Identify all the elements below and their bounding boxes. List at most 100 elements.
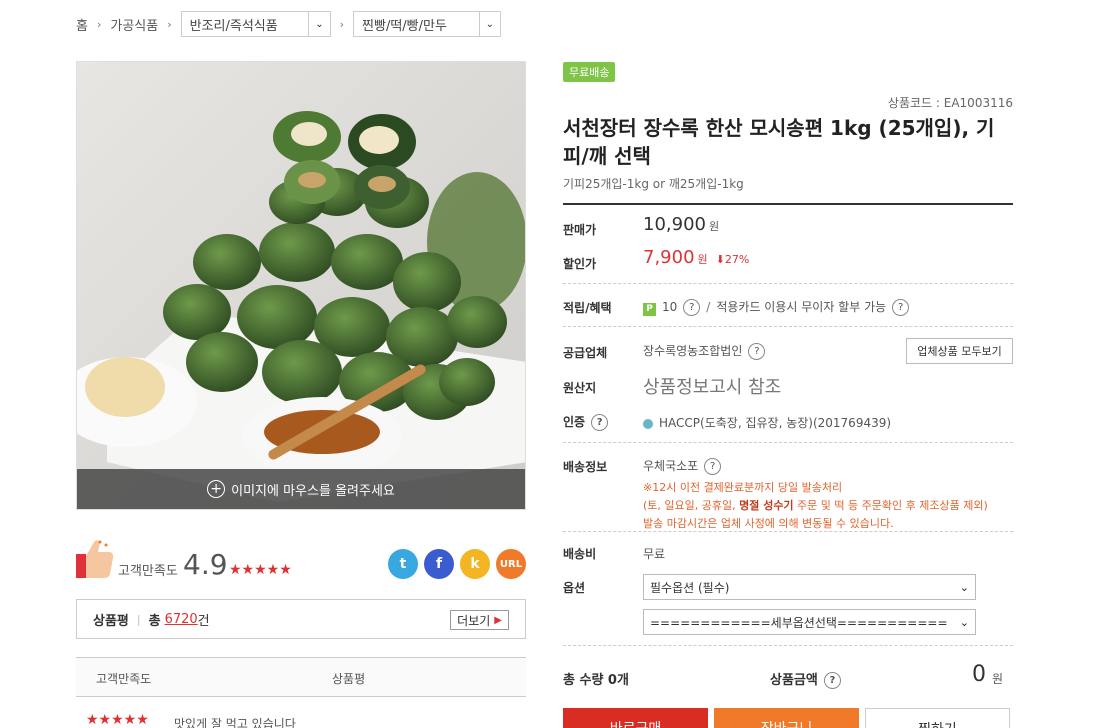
vendor-label: 공급업체 [563, 346, 608, 360]
question-icon[interactable]: ? [892, 299, 910, 316]
shipping-note-3: 발송 마감시간은 업체 사정에 의해 변동될 수 있습니다. [643, 517, 894, 530]
satisfaction-label: 고객만족도 [118, 564, 178, 579]
discount-price: 7,900 원 ⬇27% [643, 247, 749, 268]
breadcrumb-home[interactable]: 홈 [76, 15, 88, 34]
vendor-name: 장수록영농조합법인 [643, 344, 743, 358]
url-copy-button[interactable]: URL [496, 549, 526, 579]
total-quantity: 총 수량 0개 [563, 673, 629, 688]
image-hover-hint-text: 이미지에 마우스를 올려주세요 [231, 483, 395, 499]
amount-label-wrap: 상품금액? [770, 669, 841, 689]
review-summary: 상품평 | 총 6720 건 더보기 ▶ [76, 599, 526, 639]
category-select-level2-value: 반조리/즉석식품 [189, 18, 278, 34]
sale-price-value: 10,900 [643, 214, 706, 235]
discount-rate: ⬇27% [715, 253, 750, 266]
total-amount-currency: 원 [992, 672, 1004, 686]
amount-label: 상품금액 [770, 673, 818, 688]
question-icon[interactable]: ? [683, 299, 701, 316]
review-more-button[interactable]: 더보기 ▶ [450, 610, 509, 630]
chevron-right-icon: › [167, 17, 172, 31]
point-icon: P [643, 302, 656, 316]
haccp-icon [643, 418, 653, 429]
customer-satisfaction: 고객만족도 4.9 ★★★★★ t f k URL [76, 536, 526, 586]
image-hover-hint: + 이미지에 마우스를 올려주세요 [77, 469, 525, 509]
chevron-down-icon: ⌄ [478, 12, 494, 36]
benefit-points: 10 [662, 300, 678, 314]
detail-option-value: ============세부옵션선택=========== [650, 615, 948, 630]
certification-value: HACCP(도축장, 집유장, 농장)(201769439) [659, 416, 892, 430]
discount-price-label: 할인가 [563, 257, 597, 271]
category-select-level3-value: 찐빵/떡/빵/만두 [362, 18, 447, 34]
divider [563, 326, 1013, 327]
sale-price-currency: 원 [708, 220, 720, 233]
divider [563, 442, 1013, 443]
breadcrumb-level1[interactable]: 가공식품 [110, 15, 158, 34]
vendor-all-products-button[interactable]: 업체상품 모두보기 [906, 338, 1013, 364]
shipping-label: 배송정보 [563, 460, 608, 474]
sale-price-label: 판매가 [563, 223, 597, 237]
total-amount: 0 [972, 662, 986, 687]
review-table-header: 고객만족도 상품평 [76, 657, 526, 697]
shipping-method-wrap: 우체국소포? [643, 457, 722, 475]
sale-price: 10,900 원 [643, 214, 719, 235]
plus-circle-icon: + [207, 480, 226, 498]
certification-label: 인증 [563, 415, 586, 429]
shipping-fee-label: 배송비 [563, 547, 597, 561]
benefit-label: 적립/혜택 [563, 301, 612, 315]
origin-value: 상품정보고시 참조 [643, 377, 782, 398]
divider [563, 645, 1013, 646]
share-buttons: t f k URL [388, 549, 526, 579]
certification-info: HACCP(도축장, 집유장, 농장)(201769439) [643, 414, 891, 431]
discount-price-value: 7,900 [643, 247, 695, 268]
question-icon[interactable]: ? [591, 414, 609, 431]
thumbs-up-icon [76, 540, 114, 578]
options-label: 옵션 [563, 581, 586, 595]
vendor-info: 장수록영농조합법인? [643, 342, 766, 360]
discount-price-currency: 원 [697, 253, 708, 266]
facebook-share-icon[interactable]: f [424, 549, 454, 579]
question-icon[interactable]: ? [823, 672, 841, 689]
arrow-right-icon: ▶ [494, 614, 502, 626]
divider [563, 203, 1013, 205]
product-photo [77, 62, 525, 509]
benefit-card-text: 적용카드 이용시 무이자 할부 가능 [716, 300, 887, 314]
chevron-down-icon: ⌄ [308, 12, 324, 36]
origin-label: 원산지 [563, 381, 597, 395]
benefit-info: P 10? / 적용카드 이용시 무이자 할부 가능? [643, 298, 910, 316]
satisfaction-score: 4.9 [183, 548, 228, 581]
review-title: 상품평 [93, 613, 129, 629]
required-option-select[interactable]: 필수옵션 (필수) ⌄ [643, 574, 976, 600]
twitter-share-icon[interactable]: t [388, 549, 418, 579]
product-image[interactable]: + 이미지에 마우스를 올려주세요 [76, 61, 526, 510]
detail-option-select[interactable]: ============세부옵션선택=========== ⌄ [643, 609, 976, 635]
review-total-prefix: 총 [148, 613, 161, 629]
product-subtitle: 기피25개입-1kg or 깨25개입-1kg [563, 177, 744, 191]
shipping-fee-value: 무료 [643, 547, 666, 561]
chevron-down-icon: ⌄ [959, 615, 969, 629]
add-to-cart-button[interactable]: 장바구니 [714, 708, 859, 728]
divider [563, 283, 1013, 284]
review-row-text: 맛있게 잘 먹고 있습니다 [174, 717, 296, 728]
wishlist-button[interactable]: 찜하기 [865, 708, 1010, 728]
shipping-note-2: (토, 일요일, 공휴일, 명절 성수기 주문 및 떡 등 주문확인 후 제조상… [643, 499, 988, 512]
review-count[interactable]: 6720 [165, 612, 198, 627]
question-icon[interactable]: ? [748, 343, 766, 360]
review-count-suffix: 건 [197, 613, 210, 629]
free-shipping-badge: 무료배송 [563, 62, 616, 82]
question-icon[interactable]: ? [704, 458, 722, 475]
breadcrumb: 홈 › 가공식품 › 반조리/즉석식품 ⌄ › 찐빵/떡/빵/만두 ⌄ [76, 11, 502, 37]
product-title: 서천장터 장수록 한산 모시송편 1kg (25개입), 기피/깨 선택 [563, 116, 995, 168]
buy-now-button[interactable]: 바로구매 [563, 708, 708, 728]
satisfaction-stars: ★★★★★ [229, 562, 292, 578]
shipping-method: 우체국소포 [643, 459, 699, 473]
review-row[interactable]: ★★★★★ 맛있게 잘 먹고 있습니다 [76, 712, 526, 728]
certification-label-wrap: 인증? [563, 413, 609, 431]
review-col-review: 상품평 [332, 672, 366, 686]
required-option-value: 필수옵션 (필수) [650, 580, 730, 595]
shipping-note-1: ※12시 이전 결제완료분까지 당일 발송처리 [643, 481, 843, 494]
category-select-level3[interactable]: 찐빵/떡/빵/만두 ⌄ [353, 11, 502, 37]
review-more-label: 더보기 [457, 613, 491, 628]
chevron-right-icon: › [96, 17, 102, 31]
category-select-level2[interactable]: 반조리/즉석식품 ⌄ [180, 11, 331, 37]
product-code: 상품코드 : EA1003116 [887, 96, 1013, 110]
kakaostory-share-icon[interactable]: k [460, 549, 490, 579]
